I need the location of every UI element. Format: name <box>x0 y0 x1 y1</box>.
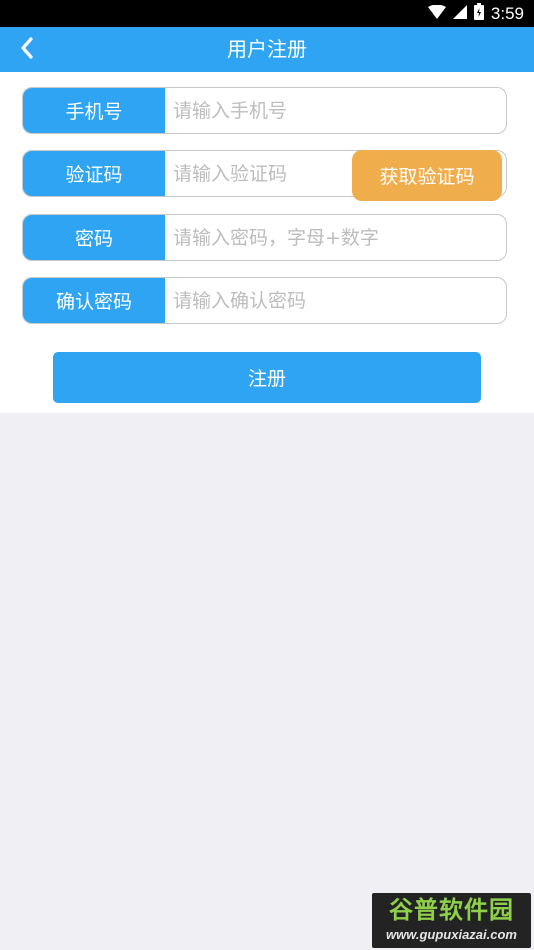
back-button[interactable] <box>12 35 42 65</box>
signal-icon <box>452 4 467 23</box>
page-title: 用户注册 <box>227 37 307 61</box>
code-input[interactable] <box>165 151 351 196</box>
register-button[interactable]: 注册 <box>53 352 481 403</box>
watermark-url: www.gupuxiazai.com <box>386 927 517 942</box>
status-bar: 3:59 <box>0 0 534 27</box>
status-time: 3:59 <box>490 3 524 23</box>
password-label: 密码 <box>23 215 165 260</box>
password-input[interactable] <box>165 215 506 260</box>
chevron-left-icon <box>20 37 34 63</box>
confirm-password-input[interactable] <box>165 278 506 323</box>
app-bar: 用户注册 <box>0 27 534 72</box>
confirm-password-row: 确认密码 <box>22 277 507 324</box>
battery-icon <box>473 3 484 24</box>
phone-input[interactable] <box>165 88 506 133</box>
watermark-logo-text: 谷普软件园 <box>389 896 514 924</box>
get-code-button[interactable]: 获取验证码 <box>352 150 502 201</box>
watermark-logo: 谷普软件园 www.gupuxiazai.com <box>372 893 531 948</box>
code-label: 验证码 <box>23 151 165 196</box>
phone-row: 手机号 <box>22 87 507 134</box>
register-form: 手机号 验证码 密码 确认密码 获取验证码 注册 <box>0 72 534 413</box>
wifi-icon <box>427 4 446 23</box>
password-row: 密码 <box>22 214 507 261</box>
status-icons: 3:59 <box>427 0 524 27</box>
phone-label: 手机号 <box>23 88 165 133</box>
confirm-password-label: 确认密码 <box>23 278 165 323</box>
